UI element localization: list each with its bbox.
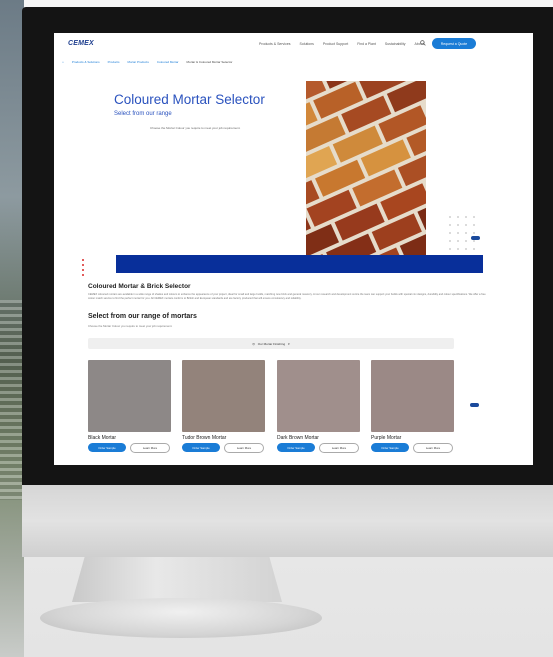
mortar-card-label: Dark Brown Mortar (277, 435, 319, 441)
range-title: Select from our range of mortars (88, 313, 197, 320)
order-sample-button[interactable]: Order Sample (182, 443, 220, 452)
cards-next-control[interactable] (470, 403, 479, 407)
breadcrumb-item[interactable]: Products (108, 60, 120, 64)
decorative-dot-grid (446, 213, 478, 253)
breadcrumb-item[interactable]: Coloured Mortar (157, 60, 179, 64)
nav-links: Products & Services Solutions Product Su… (259, 42, 424, 46)
hero-blue-band (116, 255, 483, 273)
carousel-next-control[interactable] (471, 236, 480, 240)
filter-icon: ⛭ (252, 341, 255, 346)
breadcrumb-item[interactable]: Mortar Products (128, 60, 149, 64)
order-sample-button[interactable]: Order Sample (277, 443, 315, 452)
hero-description: Choose the Mortar Colour you require to … (150, 126, 241, 130)
breadcrumb: ⌂ Products & Solutions Products Mortar P… (62, 60, 232, 64)
learn-more-button[interactable]: Learn More (319, 443, 359, 453)
breadcrumb-item[interactable]: Products & Solutions (72, 60, 100, 64)
nav-link-sustainability[interactable]: Sustainability (385, 42, 406, 46)
learn-more-button[interactable]: Learn More (130, 443, 170, 453)
nav-link-support[interactable]: Product Support (323, 42, 348, 46)
home-icon[interactable]: ⌂ (62, 60, 64, 64)
learn-more-button[interactable]: Learn More (224, 443, 264, 453)
monitor-stand-neck (72, 557, 282, 602)
monitor-chin (22, 485, 553, 557)
breadcrumb-current: Mortar & Coloured Mortar Selector (186, 60, 233, 64)
brick-wall-image (306, 81, 426, 259)
side-indicator (82, 259, 84, 279)
mortar-card: Tudor Brown Mortar Order Sample Learn Mo… (182, 360, 265, 453)
mortar-card-label: Tudor Brown Mortar (182, 435, 227, 441)
mortar-swatch[interactable] (371, 360, 454, 432)
background-photo-strip (0, 0, 24, 657)
mortar-card-label: Black Mortar (88, 435, 117, 441)
page-subtitle: Select from our range (114, 111, 172, 117)
section-paragraph: CEMEX coloured mortars are available in … (88, 293, 486, 300)
mortar-swatch[interactable] (88, 360, 171, 432)
learn-more-button[interactable]: Learn More (413, 443, 453, 453)
filter-label: Our Mortar Finishing (257, 341, 286, 346)
nav-link-solutions[interactable]: Solutions (300, 42, 314, 46)
top-navigation: CEMEX Products & Services Solutions Prod… (54, 33, 533, 55)
page-title: Coloured Mortar Selector (114, 92, 265, 107)
mortar-card-label: Purple Mortar (371, 435, 402, 441)
nav-link-find-plant[interactable]: Find a Plant (357, 42, 376, 46)
monitor-stand-base (40, 598, 322, 638)
mortar-card: Black Mortar Order Sample Learn More (88, 360, 171, 453)
request-quote-button[interactable]: Request a Quote (432, 38, 476, 49)
mortar-card: Purple Mortar Order Sample Learn More (371, 360, 454, 453)
cemex-logo[interactable]: CEMEX (68, 40, 94, 47)
mortar-swatch[interactable] (182, 360, 265, 432)
mortar-card: Dark Brown Mortar Order Sample Learn Mor… (277, 360, 360, 453)
order-sample-button[interactable]: Order Sample (371, 443, 409, 452)
search-icon[interactable] (420, 40, 426, 48)
range-description: Choose the Mortar Colour you require to … (88, 324, 173, 328)
monitor-screen: CEMEX Products & Services Solutions Prod… (54, 33, 533, 465)
mortar-swatch[interactable] (277, 360, 360, 432)
order-sample-button[interactable]: Order Sample (88, 443, 126, 452)
chevron-down-icon: ▾ (288, 341, 290, 346)
section-title: Coloured Mortar & Brick Selector (88, 283, 191, 290)
nav-link-products[interactable]: Products & Services (259, 42, 291, 46)
mortar-filter-dropdown[interactable]: ⛭ Our Mortar Finishing ▾ (88, 338, 454, 349)
